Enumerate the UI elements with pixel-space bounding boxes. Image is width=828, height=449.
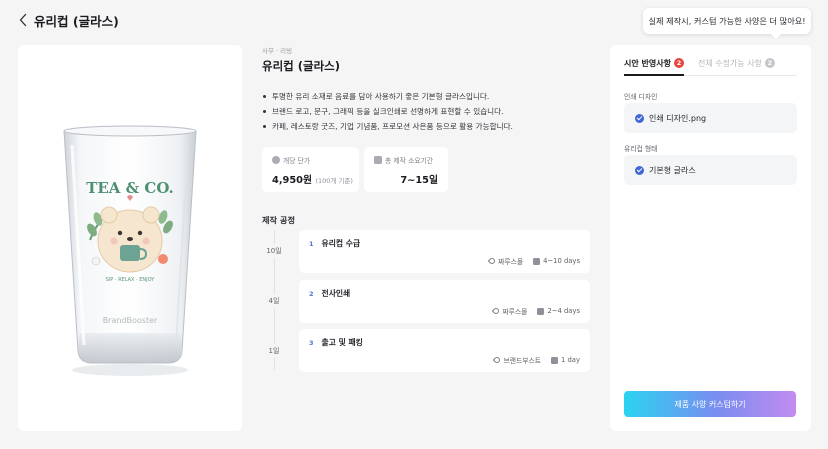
calendar-icon [551, 356, 558, 364]
step-name: 전사인쇄 [321, 289, 351, 298]
option-value: 인쇄 디자인.png [649, 113, 707, 123]
count-badge: 2 [673, 58, 684, 68]
unit-price-card: 개당 단가 4,950원 (100개 기준) [262, 147, 359, 192]
step-vendor: 짜루스몰 [498, 258, 524, 266]
step-number: 3 [309, 338, 314, 347]
step-name: 출고 및 패킹 [321, 338, 363, 347]
back-button[interactable]: 유리컵 (글라스) [18, 11, 119, 30]
lead-time-card: 총 제작 소요기간 7~15일 [364, 147, 448, 192]
calendar-icon [533, 257, 541, 265]
tab-applied-specs[interactable]: 시안 반영사항 2 [624, 58, 684, 76]
product-description-list: 투명한 유리 소재로 음료를 담아 사용하기 좋은 기본형 글라스입니다. 브랜… [262, 89, 592, 134]
option-print-design[interactable]: 인쇄 디자인.png [624, 103, 797, 133]
unit-price-note: (100개 기준) [315, 177, 353, 185]
step-vendor: 짜루스몰 [502, 308, 528, 316]
tab-label: 시안 반영사항 [624, 59, 671, 68]
calendar-icon [537, 307, 545, 315]
customization-tooltip: 실제 제작시, 커스텀 가능한 사양은 더 많아요! [643, 8, 811, 39]
description-item: 투명한 유리 소재로 음료를 담아 사용하기 좋은 기본형 글라스입니다. [262, 89, 592, 104]
page-title: 유리컵 (글라스) [34, 13, 119, 29]
step-number: 2 [309, 289, 314, 298]
step-duration: 4~10 days [543, 257, 580, 265]
product-image-card: TEA & CO. SIP · RELAX · ENJOY BrandBoost… [18, 45, 242, 431]
calendar-icon [374, 156, 382, 164]
wrench-icon [493, 355, 502, 365]
tab-label: 전체 수정가능 사항 [697, 59, 762, 68]
coin-icon [272, 156, 280, 164]
process-step: 3 출고 및 패킹 브랜드부스트 1 day [299, 329, 590, 372]
wrench-icon [487, 256, 497, 266]
product-info: 사무 · 리빙 유리컵 (글라스) 투명한 유리 소재로 음료를 담아 사용하기… [262, 45, 592, 372]
count-badge: 2 [764, 58, 775, 68]
option-label: 유리컵 형태 [624, 145, 658, 153]
option-glass-shape[interactable]: 기본형 글라스 [624, 155, 797, 185]
spec-tabs: 시안 반영사항 2 전체 수정가능 사항 2 [624, 58, 797, 76]
logo-text: TEA & CO. [86, 179, 174, 197]
spec-side-panel: 시안 반영사항 2 전체 수정가능 사항 2 인쇄 디자인 인쇄 디자인.png… [610, 45, 811, 431]
process-step: 2 전사인쇄 짜루스몰 2~4 days [299, 280, 590, 323]
step-number: 1 [309, 239, 314, 248]
process-step: 1 유리컵 수급 짜루스몰 4~10 days [299, 230, 590, 273]
logo-tagline: SIP · RELAX · ENJOY [106, 277, 156, 283]
description-item: 카페, 레스토랑 굿즈, 기업 기념품, 프로모션 사은품 등으로 활용 가능합… [262, 119, 592, 134]
product-stats: 개당 단가 4,950원 (100개 기준) 총 제작 소요기간 7~15일 [262, 147, 453, 192]
glass-cup-image: TEA & CO. SIP · RELAX · ENJOY BrandBoost… [63, 125, 197, 376]
unit-price-label: 개당 단가 [283, 157, 311, 165]
wrench-icon [492, 306, 501, 316]
step-name: 유리컵 수급 [321, 239, 361, 248]
product-category: 사무 · 리빙 [262, 47, 293, 55]
lead-time-label: 총 제작 소요기간 [385, 157, 434, 165]
option-value: 기본형 글라스 [649, 165, 696, 175]
step-days: 1일 [262, 344, 286, 358]
process-title: 제작 공정 [262, 215, 295, 225]
check-circle-icon [635, 165, 644, 175]
lead-time-value: 7~15일 [400, 175, 438, 186]
step-vendor: 브랜드부스트 [503, 357, 541, 365]
check-circle-icon [635, 113, 644, 123]
option-label: 인쇄 디자인 [624, 93, 658, 101]
tab-all-editable-specs[interactable]: 전체 수정가능 사항 2 [698, 58, 775, 75]
description-item: 브랜드 로고, 문구, 그래픽 등을 실크인쇄로 선명하게 표현할 수 있습니다… [262, 104, 592, 119]
customize-spec-button[interactable]: 제품 사양 커스텀하기 [624, 391, 796, 417]
step-duration: 2~4 days [547, 307, 580, 315]
chevron-left-icon [19, 13, 27, 27]
unit-price-value: 4,950원 [272, 175, 313, 186]
step-duration: 1 day [561, 356, 580, 364]
glass-brand-mark: BrandBooster [103, 316, 158, 325]
step-days: 4일 [262, 294, 286, 308]
product-title: 유리컵 (글라스) [262, 59, 340, 73]
step-days: 10일 [262, 244, 286, 258]
